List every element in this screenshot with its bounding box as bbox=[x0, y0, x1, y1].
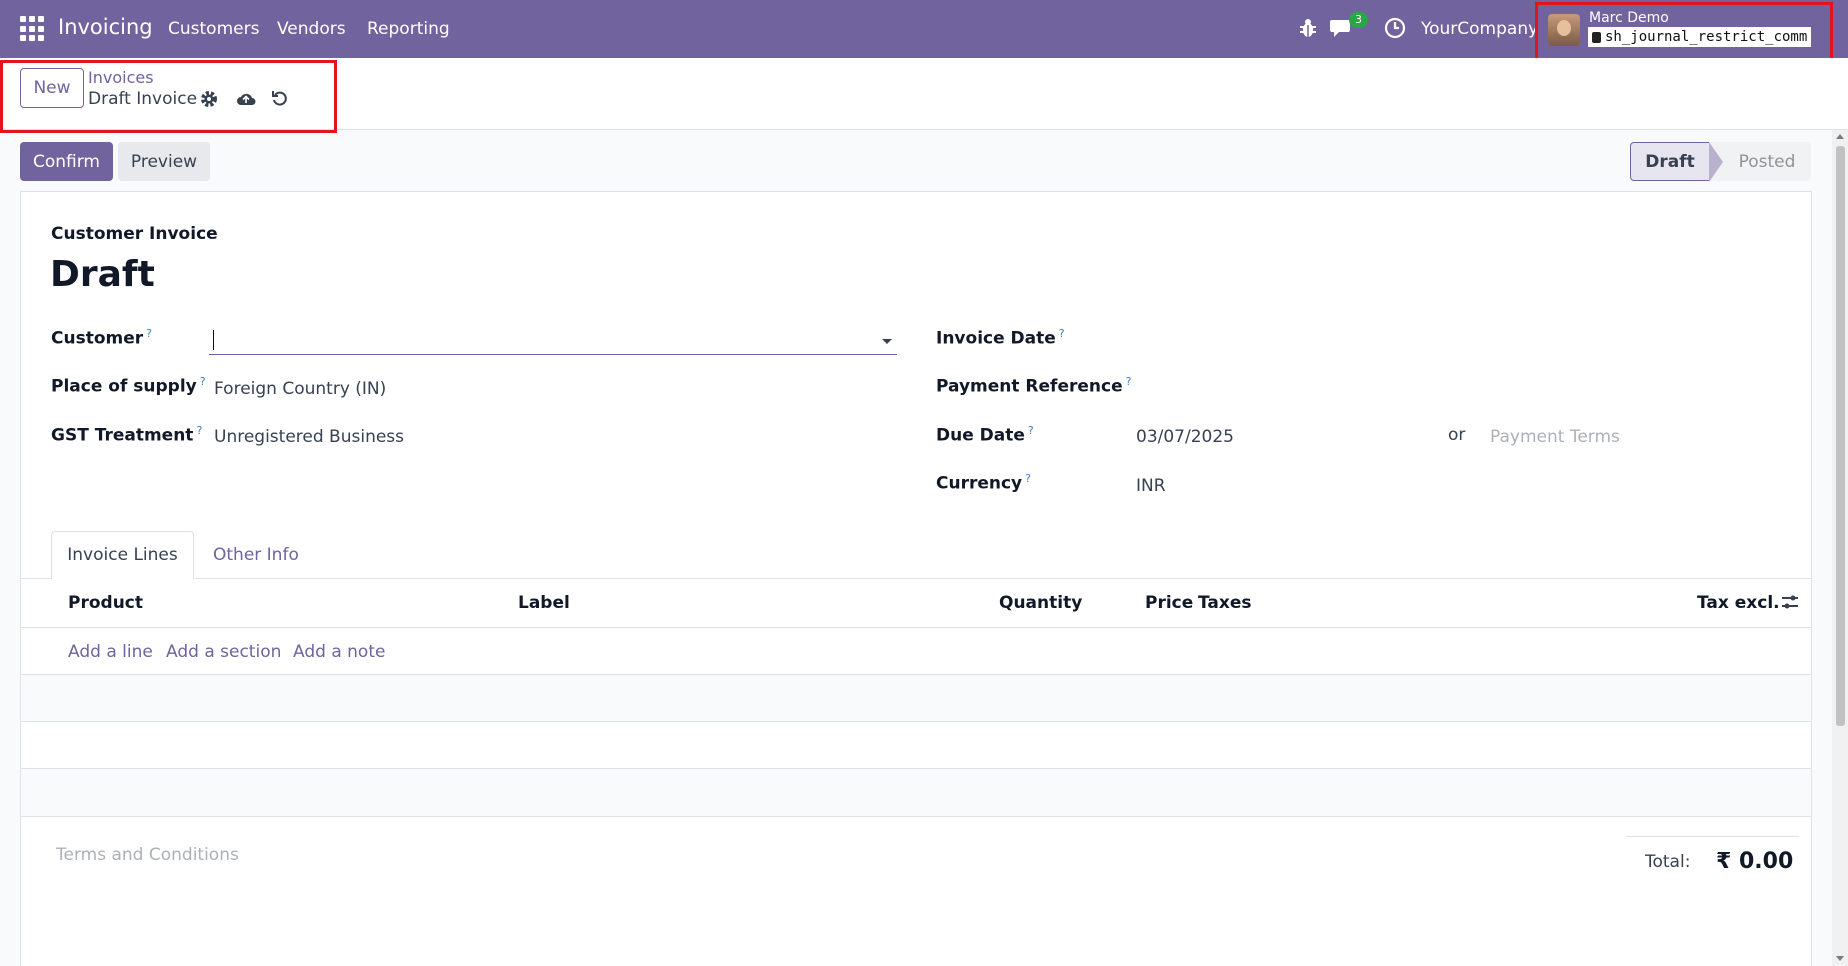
tab-other-info[interactable]: Other Info bbox=[213, 545, 299, 565]
column-label[interactable]: Label bbox=[518, 593, 570, 613]
confirm-button[interactable]: Confirm bbox=[20, 142, 113, 181]
customer-input[interactable] bbox=[209, 325, 897, 355]
add-section-link[interactable]: Add a section bbox=[166, 642, 281, 662]
status-step-posted[interactable]: Posted bbox=[1709, 142, 1811, 181]
gear-icon[interactable] bbox=[200, 90, 218, 108]
status-step-draft[interactable]: Draft bbox=[1630, 142, 1710, 181]
table-row-divider bbox=[21, 816, 1811, 817]
total-divider bbox=[1626, 836, 1799, 837]
new-button[interactable]: New bbox=[20, 68, 84, 108]
record-title: Draft Invoice bbox=[88, 89, 198, 109]
due-date-label: Due Date? bbox=[936, 424, 1034, 446]
scroll-down-arrow[interactable] bbox=[1836, 956, 1844, 961]
help-tooltip-icon[interactable]: ? bbox=[1028, 424, 1034, 437]
payment-terms-field[interactable]: Payment Terms bbox=[1490, 427, 1620, 447]
chevron-down-icon[interactable] bbox=[882, 339, 892, 344]
company-switcher[interactable]: YourCompany bbox=[1421, 19, 1538, 39]
help-tooltip-icon[interactable]: ? bbox=[1059, 327, 1065, 340]
currency-value[interactable]: INR bbox=[1136, 476, 1166, 496]
table-row-empty bbox=[21, 675, 1811, 722]
help-tooltip-icon[interactable]: ? bbox=[200, 375, 206, 388]
tabs-divider bbox=[21, 578, 1811, 579]
text-caret bbox=[213, 330, 214, 350]
total-value: ₹ 0.00 bbox=[1716, 849, 1794, 874]
column-price[interactable]: Price bbox=[1145, 593, 1193, 613]
activity-clock-icon[interactable] bbox=[1384, 17, 1406, 39]
column-tax-excl[interactable]: Tax excl. bbox=[1697, 593, 1780, 613]
optional-columns-icon[interactable] bbox=[1780, 593, 1800, 611]
column-quantity[interactable]: Quantity bbox=[999, 593, 1082, 613]
messages-count-badge: 3 bbox=[1349, 12, 1368, 28]
menu-vendors[interactable]: Vendors bbox=[277, 19, 346, 39]
table-row-divider bbox=[21, 721, 1811, 722]
database-name-chip: sh_journal_restrict_comm bbox=[1588, 27, 1812, 47]
help-tooltip-icon[interactable]: ? bbox=[1126, 375, 1132, 388]
app-name[interactable]: Invoicing bbox=[58, 15, 153, 39]
gst-treatment-label: GST Treatment? bbox=[51, 424, 203, 446]
invoice-date-label: Invoice Date? bbox=[936, 327, 1065, 349]
user-name[interactable]: Marc Demo bbox=[1589, 10, 1669, 26]
save-cloud-icon[interactable] bbox=[236, 90, 256, 108]
breadcrumb-invoices[interactable]: Invoices bbox=[88, 68, 154, 87]
help-tooltip-icon[interactable]: ? bbox=[196, 424, 202, 437]
terms-and-conditions-field[interactable]: Terms and Conditions bbox=[56, 845, 239, 865]
place-of-supply-label: Place of supply? bbox=[51, 375, 206, 397]
scroll-up-arrow[interactable] bbox=[1836, 134, 1844, 139]
menu-reporting[interactable]: Reporting bbox=[367, 19, 450, 39]
total-label: Total: bbox=[1645, 852, 1691, 872]
add-note-link[interactable]: Add a note bbox=[293, 642, 385, 662]
user-avatar[interactable] bbox=[1548, 14, 1580, 46]
tab-invoice-lines[interactable]: Invoice Lines bbox=[51, 531, 194, 579]
due-date-value[interactable]: 03/07/2025 bbox=[1136, 427, 1234, 447]
gst-treatment-value[interactable]: Unregistered Business bbox=[214, 427, 404, 447]
column-taxes[interactable]: Taxes bbox=[1198, 593, 1252, 613]
database-name: sh_journal_restrict_comm bbox=[1605, 29, 1808, 45]
table-header-divider bbox=[21, 627, 1811, 628]
scrollbar-thumb[interactable] bbox=[1836, 146, 1845, 726]
discard-undo-icon[interactable] bbox=[271, 89, 289, 107]
preview-button[interactable]: Preview bbox=[118, 142, 210, 181]
status-step-arrow bbox=[1709, 142, 1723, 182]
menu-customers[interactable]: Customers bbox=[168, 19, 259, 39]
document-name: Draft bbox=[50, 254, 155, 295]
column-product[interactable]: Product bbox=[68, 593, 143, 613]
add-line-link[interactable]: Add a line bbox=[68, 642, 153, 662]
payment-reference-label: Payment Reference? bbox=[936, 375, 1132, 397]
place-of-supply-value[interactable]: Foreign Country (IN) bbox=[214, 379, 386, 399]
due-or-text: or bbox=[1448, 425, 1466, 445]
currency-label: Currency? bbox=[936, 472, 1031, 494]
table-row-empty bbox=[21, 769, 1811, 816]
document-type: Customer Invoice bbox=[51, 224, 218, 244]
debug-bug-icon[interactable] bbox=[1298, 17, 1318, 39]
apps-menu-icon[interactable] bbox=[20, 16, 46, 42]
help-tooltip-icon[interactable]: ? bbox=[1025, 472, 1031, 485]
help-tooltip-icon[interactable]: ? bbox=[146, 327, 152, 340]
customer-label: Customer? bbox=[51, 327, 152, 349]
database-icon bbox=[1592, 31, 1601, 43]
